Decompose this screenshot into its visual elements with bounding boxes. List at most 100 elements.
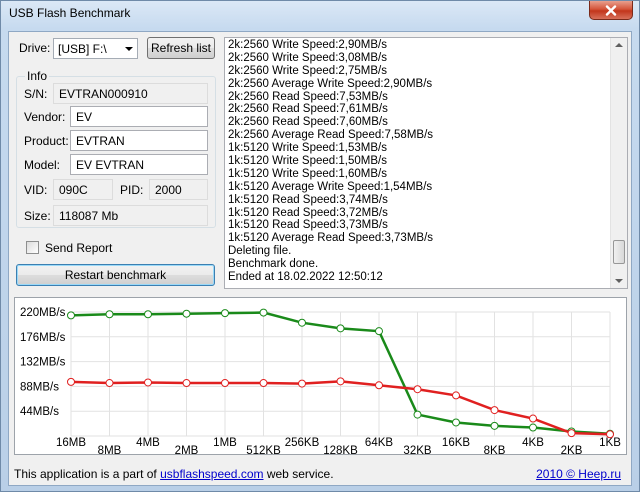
log-line: 1k:5120 Read Speed:3,73MB/s	[228, 219, 388, 232]
title-bar[interactable]: USB Flash Benchmark	[1, 1, 639, 29]
pid-label: PID:	[120, 183, 144, 197]
x-tick-label: 4KB	[522, 437, 544, 449]
series-point-1	[298, 379, 306, 388]
scroll-down-arrow-icon[interactable]	[615, 279, 623, 283]
series-point-1	[567, 429, 576, 438]
x-tick-label: 256KB	[285, 437, 320, 449]
heep-copyright-link[interactable]: 2010 © Heep.ru	[536, 467, 621, 481]
x-tick-label: 64KB	[365, 437, 393, 449]
vendor-field[interactable]: EV	[70, 106, 208, 127]
drive-select-value: [USB] F:\	[58, 42, 107, 56]
send-report-label: Send Report	[45, 241, 113, 255]
x-tick-label: 8MB	[98, 445, 122, 454]
scroll-up-arrow-icon[interactable]	[615, 43, 623, 47]
y-tick-label: 176MB/s	[20, 332, 66, 344]
series-point-1	[144, 378, 152, 387]
series-point-1	[105, 379, 114, 388]
series-point-0	[221, 309, 229, 318]
window-title: USB Flash Benchmark	[9, 6, 131, 20]
series-point-0	[182, 309, 191, 318]
log-line: 1k:5120 Write Speed:1,50MB/s	[228, 155, 387, 168]
x-tick-label: 2KB	[561, 445, 583, 454]
x-tick-label: 128KB	[323, 445, 358, 454]
series-point-0	[105, 310, 114, 319]
log-line: 2k:2560 Write Speed:2,90MB/s	[228, 39, 387, 51]
drive-label: Drive:	[19, 41, 51, 55]
series-point-0	[144, 310, 152, 319]
series-point-1	[606, 430, 614, 439]
series-point-1	[413, 385, 422, 394]
log-line: 1k:5120 Average Write Speed:1,54MB/s	[228, 180, 433, 193]
chevron-down-icon	[125, 47, 133, 51]
series-point-0	[67, 311, 75, 320]
footer-prefix: This application is a part of	[14, 467, 157, 481]
log-line: 1k:5120 Read Speed:3,74MB/s	[228, 193, 388, 206]
model-label: Model:	[24, 158, 61, 172]
x-tick-label: 4MB	[136, 437, 160, 449]
x-tick-label: 2MB	[175, 445, 199, 454]
log-line: 2k:2560 Write Speed:2,75MB/s	[228, 64, 387, 77]
series-point-0	[375, 327, 383, 336]
serial-field: EVTRAN000910	[53, 83, 208, 104]
close-icon	[605, 4, 617, 16]
series-point-1	[490, 406, 499, 415]
series-point-1	[221, 379, 229, 388]
vendor-label: Vendor:	[24, 110, 66, 124]
product-field[interactable]: EVTRAN	[70, 130, 208, 151]
vid-field: 090C	[53, 179, 113, 200]
series-point-1	[259, 379, 268, 388]
log-line: 1k:5120 Write Speed:1,53MB/s	[228, 142, 387, 155]
scrollbar-thumb[interactable]	[613, 240, 625, 264]
x-tick-label: 8KB	[484, 445, 506, 454]
x-tick-label: 16MB	[56, 437, 86, 449]
log-line: 2k:2560 Average Read Speed:7,58MB/s	[228, 129, 434, 142]
x-tick-label: 16KB	[442, 437, 470, 449]
drive-select[interactable]: [USB] F:\	[53, 38, 138, 59]
size-field: 118087 Mb	[53, 205, 208, 226]
series-point-1	[529, 414, 537, 423]
series-point-1	[182, 379, 191, 388]
pid-field: 2000	[149, 179, 208, 200]
x-tick-label: 32KB	[403, 445, 431, 454]
series-point-0	[336, 324, 345, 333]
x-tick-label: 1MB	[213, 437, 237, 449]
y-tick-label: 44MB/s	[20, 406, 59, 418]
log-scrollbar[interactable]	[610, 38, 627, 288]
series-point-0	[490, 421, 499, 430]
series-point-0	[452, 418, 460, 427]
log-line: 2k:2560 Read Speed:7,61MB/s	[228, 103, 388, 116]
series-point-0	[529, 423, 537, 432]
log-line: Benchmark done.	[228, 258, 319, 271]
log-line: 2k:2560 Read Speed:7,53MB/s	[228, 90, 388, 103]
speed-chart: 220MB/s 176MB/s 132MB/s 88MB/s 44MB/s 16MB 8MB…	[14, 297, 627, 455]
series-point-0	[259, 308, 268, 317]
speed-chart-svg: 220MB/s 176MB/s 132MB/s 88MB/s 44MB/s 16MB 8MB…	[20, 307, 621, 454]
y-tick-label: 220MB/s	[20, 307, 66, 319]
series-point-1	[67, 377, 75, 386]
series-point-1	[452, 391, 460, 400]
log-lines: 2k:2560 Write Speed:2,90MB/s 2k:2560 Writ…	[228, 39, 608, 284]
log-line: Ended at 18.02.2022 12:50:12	[228, 271, 383, 284]
product-label: Product:	[24, 134, 69, 148]
info-group-title: Info	[25, 69, 50, 83]
x-tick-label: 1KB	[599, 437, 621, 449]
series-point-1	[375, 381, 383, 390]
send-report-checkbox[interactable]	[26, 241, 39, 254]
model-field[interactable]: EV EVTRAN	[70, 154, 208, 175]
restart-benchmark-button[interactable]: Restart benchmark	[16, 264, 215, 286]
series-point-1	[336, 377, 345, 386]
usbflashspeed-link[interactable]: usbflashspeed.com	[160, 467, 263, 481]
series-point-0	[413, 410, 422, 419]
log-textbox[interactable]: 2k:2560 Write Speed:2,90MB/s 2k:2560 Writ…	[224, 37, 628, 289]
footer-note: This application is a part of usbflashsp…	[14, 467, 334, 481]
log-line: 2k:2560 Write Speed:3,08MB/s	[228, 51, 387, 64]
log-line: 2k:2560 Read Speed:7,60MB/s	[228, 116, 388, 129]
y-tick-label: 132MB/s	[20, 357, 66, 369]
refresh-list-button[interactable]: Refresh list	[147, 37, 215, 59]
log-line: 2k:2560 Average Write Speed:2,90MB/s	[228, 77, 433, 90]
y-tick-label: 88MB/s	[20, 381, 59, 393]
log-line: 1k:5120 Write Speed:1,60MB/s	[228, 167, 387, 180]
size-label: Size:	[24, 209, 51, 223]
close-button[interactable]	[589, 1, 633, 20]
series-point-0	[298, 318, 306, 327]
